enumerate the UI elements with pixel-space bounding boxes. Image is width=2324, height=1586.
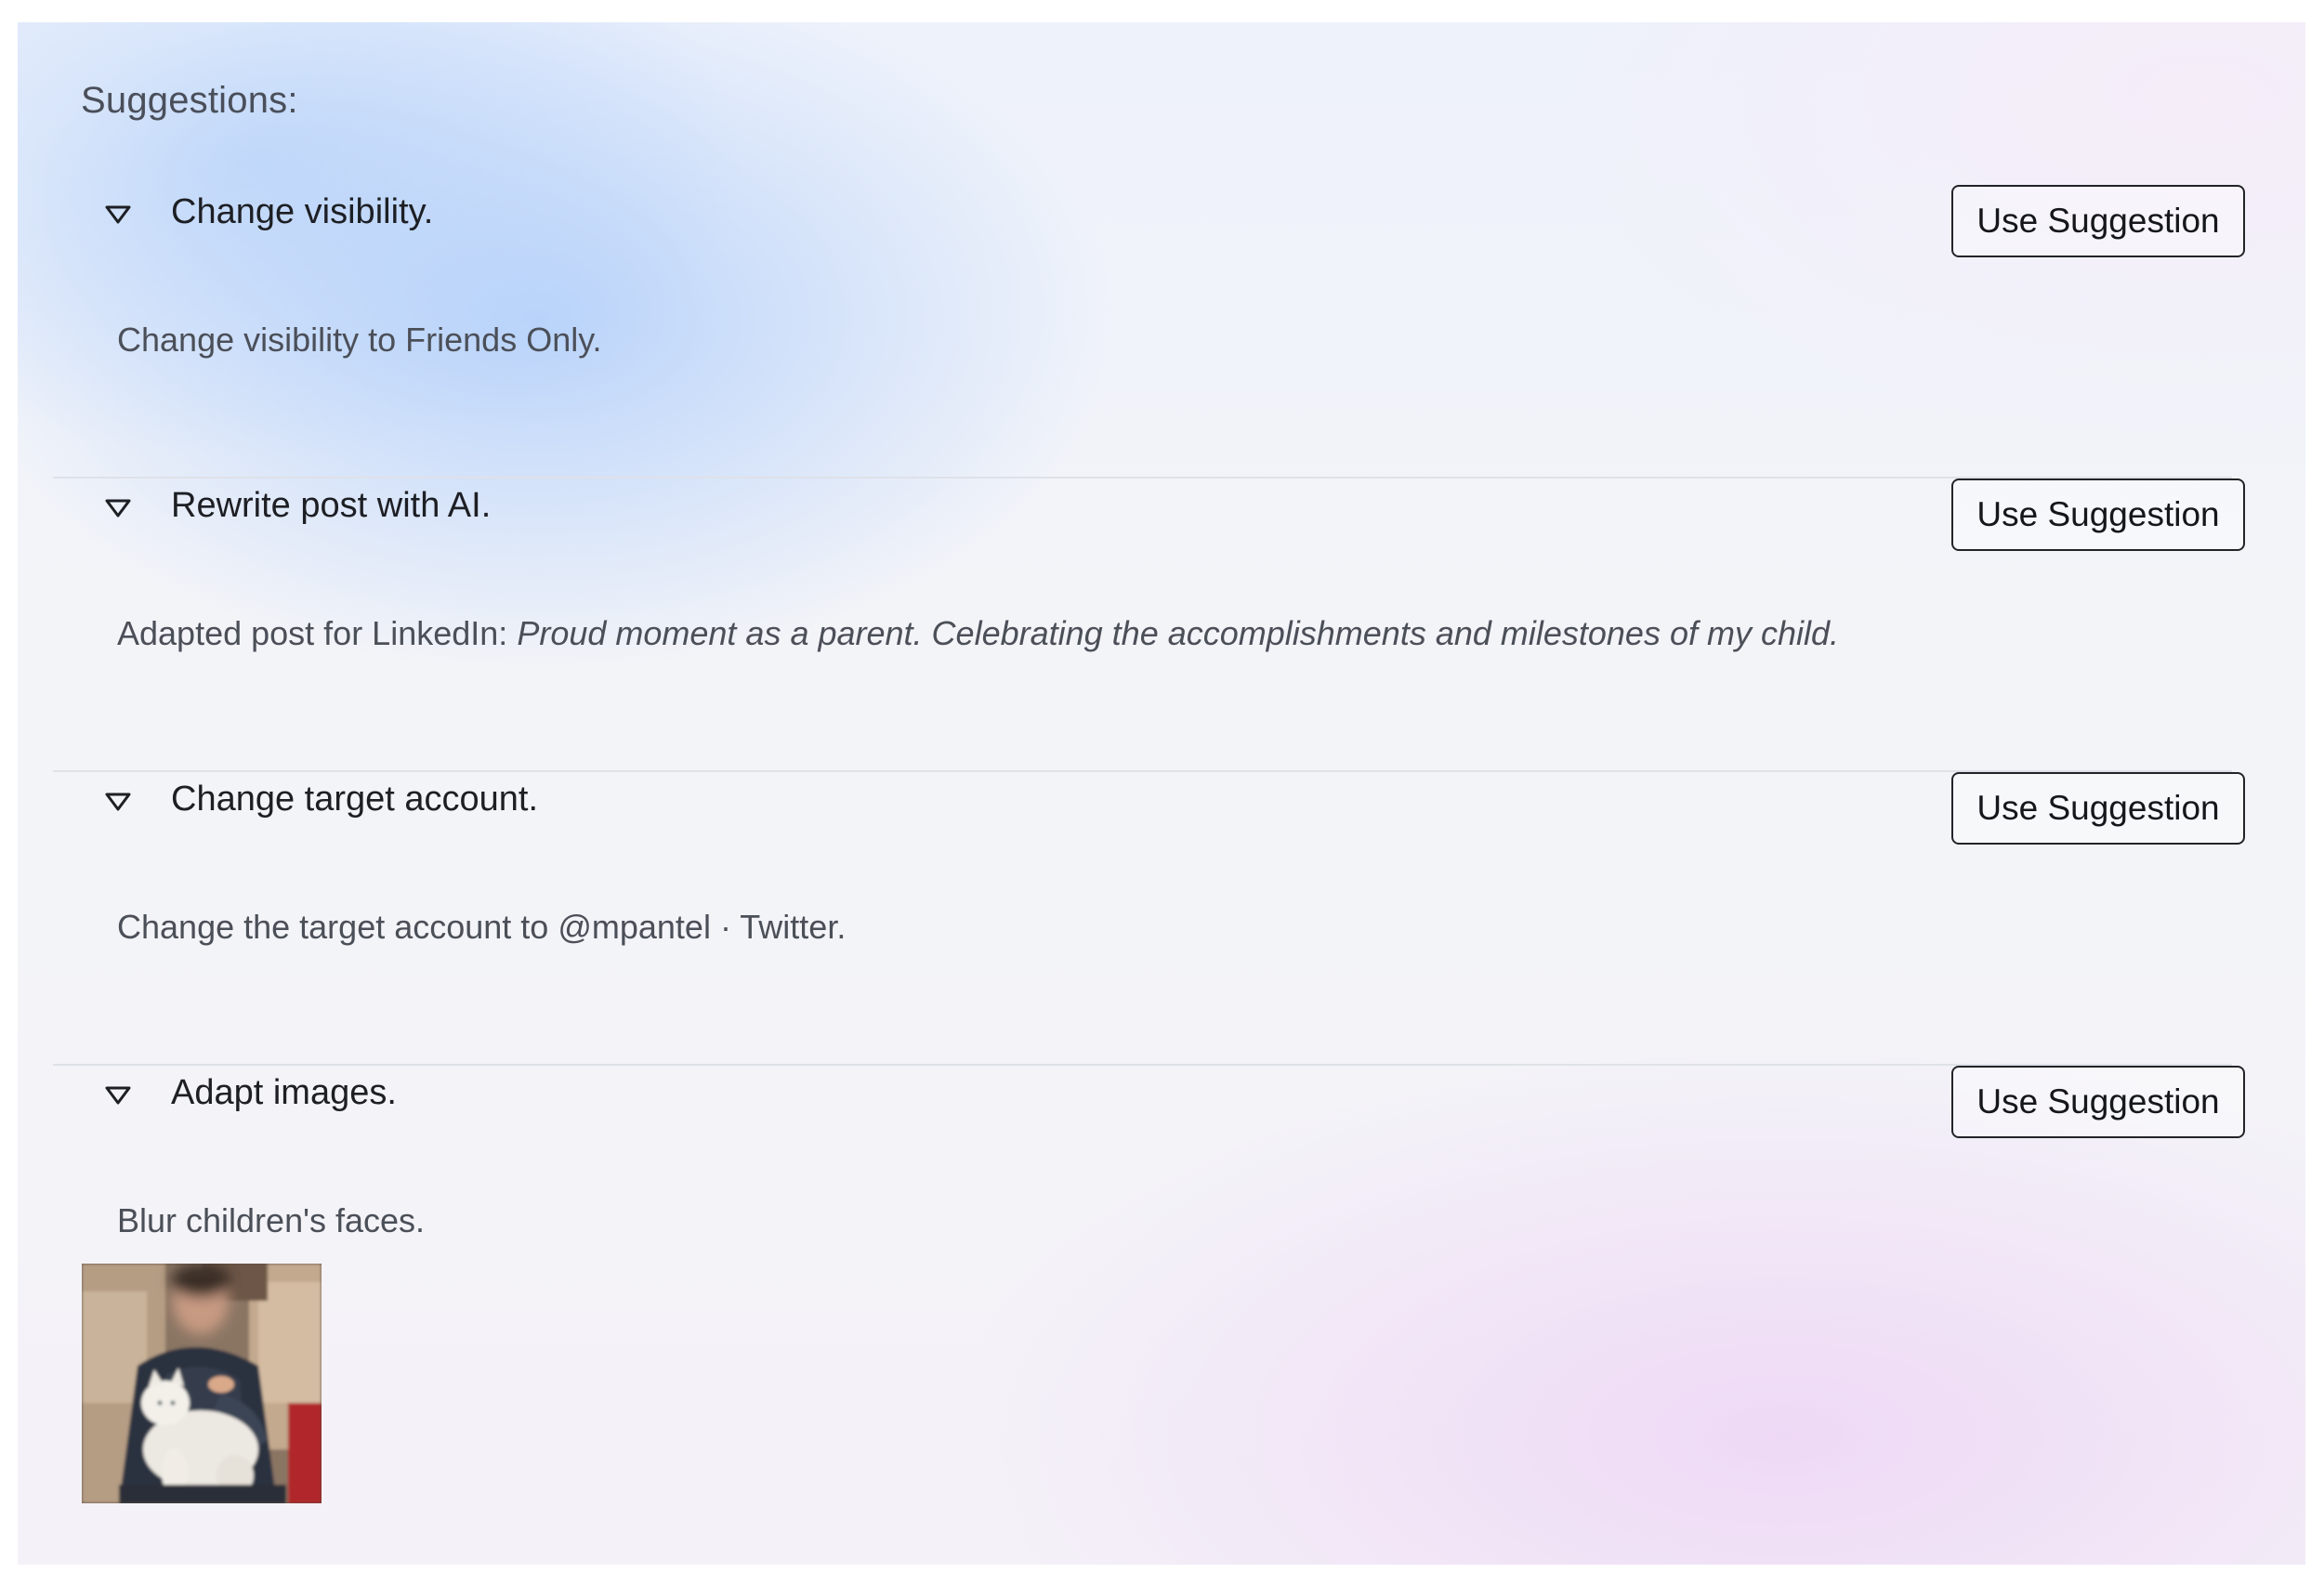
collapse-toggle-icon[interactable]	[99, 196, 137, 233]
use-suggestion-button[interactable]: Use Suggestion	[1951, 185, 2245, 257]
suggestion-description: Change visibility to Friends Only.	[117, 321, 602, 359]
suggestion-title: Change target account.	[171, 780, 539, 819]
suggestion-description: Blur children's faces.	[117, 1201, 426, 1239]
suggestion-change-target-account: Change target account. Use Suggestion Ch…	[53, 772, 2245, 1066]
suggestion-adapt-images: Adapt images. Use Suggestion Blur childr…	[53, 1066, 2245, 1549]
collapse-toggle-icon[interactable]	[99, 1077, 137, 1114]
suggestion-description: Change the target account to @mpantel · …	[117, 908, 847, 946]
suggestions-heading: Suggestions:	[81, 80, 298, 121]
triangle-down-icon	[105, 205, 131, 224]
triangle-down-icon	[105, 793, 131, 811]
triangle-down-icon	[105, 1086, 131, 1105]
use-suggestion-button[interactable]: Use Suggestion	[1951, 1066, 2245, 1138]
triangle-down-icon	[105, 499, 131, 518]
use-suggestion-button[interactable]: Use Suggestion	[1951, 478, 2245, 551]
cat-photo-image	[82, 1264, 322, 1503]
suggestion-description: Adapted post for LinkedIn: Proud moment …	[117, 614, 1839, 653]
suggestions-panel: Suggestions: Change visibility. Use Sugg…	[18, 22, 2305, 1565]
use-suggestion-button[interactable]: Use Suggestion	[1951, 772, 2245, 845]
blurred-photo-thumbnail	[82, 1264, 322, 1503]
suggestion-title: Change visibility.	[171, 192, 434, 231]
suggestion-rewrite-post: Rewrite post with AI. Use Suggestion Ada…	[53, 478, 2245, 772]
collapse-toggle-icon[interactable]	[99, 490, 137, 527]
description-prefix: Adapted post for LinkedIn:	[117, 614, 508, 652]
adapted-post-text: Proud moment as a parent. Celebrating th…	[517, 614, 1840, 652]
suggestion-title: Rewrite post with AI.	[171, 486, 492, 525]
collapse-toggle-icon[interactable]	[99, 783, 137, 820]
suggestion-change-visibility: Change visibility. Use Suggestion Change…	[53, 185, 2245, 478]
suggestion-title: Adapt images.	[171, 1073, 397, 1112]
